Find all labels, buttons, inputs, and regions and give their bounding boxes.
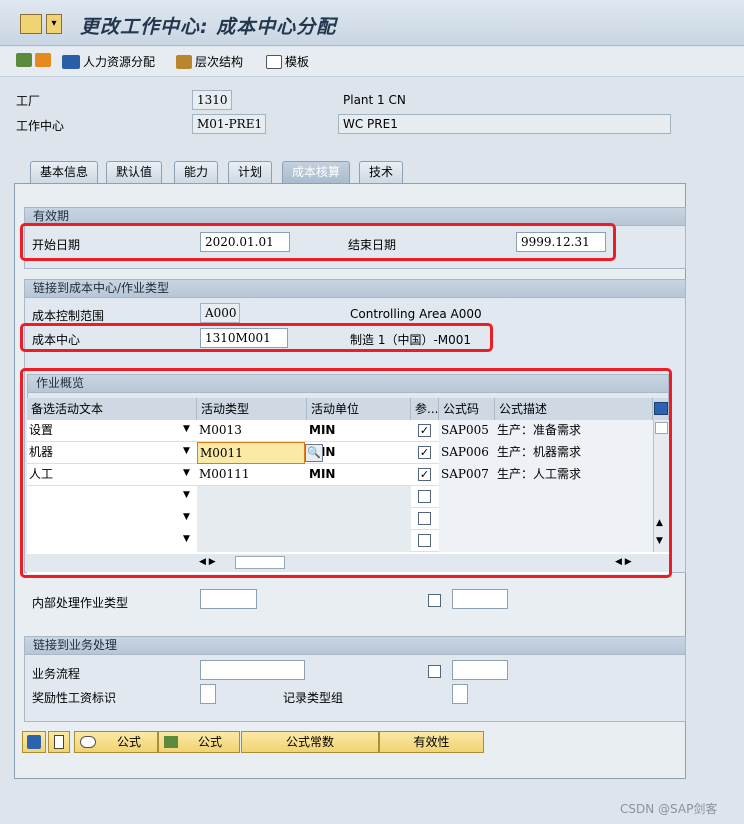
plant-description: Plant 1 CN [343,93,406,107]
other-object-icon [16,53,32,67]
new-entry-button[interactable] [48,731,70,753]
application-toolbar: 人力资源分配 层次结构 模板 [0,47,744,77]
internal-activity-label: 内部处理作业类型 [32,596,129,610]
cost-center-field[interactable]: 1310M001 [200,328,288,348]
tab-basic-data[interactable]: 基本信息 [30,161,99,183]
business-secondary-field[interactable] [452,660,508,680]
controlling-area-description: Controlling Area A000 [350,307,482,321]
start-date-field[interactable]: 2020.01.01 [200,232,290,252]
business-process-group: 链接到业务处理 [24,636,686,722]
hierarchy-icon [176,54,192,69]
end-date-label: 结束日期 [348,238,397,252]
start-date-label: 开始日期 [32,238,81,252]
hr-assignment-button[interactable]: 人力资源分配 [62,53,155,70]
system-menu-icon[interactable] [20,14,42,34]
page-title: 更改工作中心: 成本中心分配 [80,16,337,38]
incentive-wage-label: 奖励性工资标识 [32,691,117,705]
hierarchy-button[interactable]: 层次结构 [176,53,243,70]
template-icon [266,54,282,69]
tab-scheduling[interactable]: 计划 [228,161,273,183]
formula-button-2-label: 公式 [197,735,222,749]
cost-center-description: 制造 1（中国）-M001 [350,333,472,347]
business-checkbox[interactable] [428,665,441,678]
tab-capacities[interactable]: 能力 [174,161,219,183]
template-button[interactable]: 模板 [266,53,309,70]
other-object-button[interactable] [16,53,51,67]
incentive-wage-field[interactable] [200,684,216,704]
record-type-group-label: 记录类型组 [283,691,344,705]
tab-technical-data[interactable]: 技术 [359,161,404,183]
delete-button[interactable] [22,731,46,753]
formula-constants-button[interactable]: 公式常数 [241,731,379,753]
plant-field[interactable]: 1310 [192,90,232,110]
display-change-icon [35,53,51,67]
document-icon [54,735,64,749]
tab-default-values[interactable]: 默认值 [106,161,163,183]
controlling-area-field[interactable]: A000 [200,303,240,323]
record-type-group-field[interactable] [452,684,468,704]
formula-icon [164,736,178,748]
tab-costing[interactable]: 成本核算 [282,161,351,183]
hierarchy-label: 层次结构 [195,55,244,69]
workcenter-label: 工作中心 [16,119,65,133]
business-process-field[interactable] [200,660,305,680]
end-date-field[interactable]: 9999.12.31 [516,232,606,252]
business-process-label: 业务流程 [32,667,81,681]
cost-center-label: 成本中心 [32,333,81,347]
workcenter-field[interactable]: M01-PRE1 [192,114,266,134]
formula-button-1-label: 公式 [116,735,141,749]
trash-icon [27,735,41,749]
title-bar: ▾ 更改工作中心: 成本中心分配 [0,0,744,46]
formula-button-2[interactable]: 公式 [158,731,240,753]
plant-label: 工厂 [16,94,41,108]
watermark: CSDN @SAP剑客 [620,802,718,816]
hr-assignment-label: 人力资源分配 [83,55,156,69]
internal-activity-field[interactable] [200,589,257,609]
formula-button-1[interactable]: 公式 [74,731,158,753]
cost-center-group-title: 链接到成本中心/作业类型 [25,280,685,298]
internal-secondary-field[interactable] [452,589,508,609]
validity-button[interactable]: 有效性 [379,731,484,753]
workcenter-description: WC PRE1 [338,114,671,134]
dropdown-icon[interactable]: ▾ [46,14,62,34]
link-icon [62,54,80,69]
controlling-area-label: 成本控制范围 [32,309,105,323]
internal-checkbox[interactable] [428,594,441,607]
highlight-box-activity [20,368,672,578]
business-process-group-title: 链接到业务处理 [25,637,685,655]
glasses-icon [80,736,96,748]
template-label: 模板 [285,55,310,69]
